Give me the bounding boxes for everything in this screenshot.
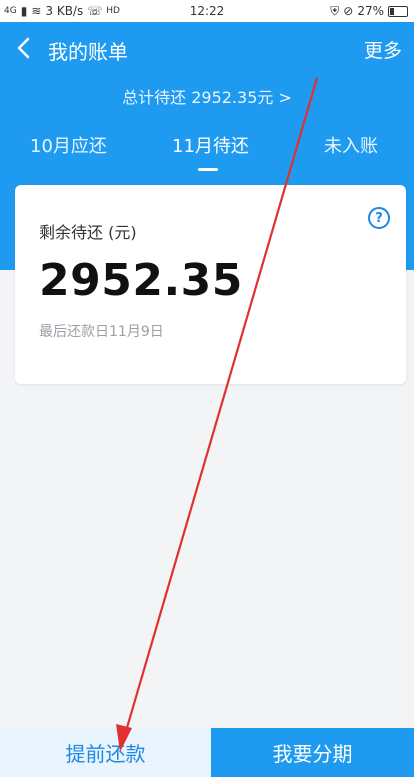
no-disturb-icon: ⊘ bbox=[343, 4, 354, 18]
status-right: ⛨ ⊘ 27% bbox=[330, 0, 408, 22]
installment-button[interactable]: 我要分期 bbox=[211, 728, 414, 777]
shield-icon: ⛨ bbox=[330, 4, 340, 18]
tab-november-pending[interactable]: 11月待还 bbox=[172, 132, 249, 158]
status-bar: 4G ▮ ≋ 3 KB/s ☏ HD 12:22 ⛨ ⊘ 27% bbox=[0, 0, 414, 22]
early-repay-button[interactable]: 提前还款 bbox=[0, 728, 211, 777]
page-title: 我的账单 bbox=[48, 40, 128, 64]
battery-percent: 27% bbox=[357, 4, 384, 18]
remaining-amount: 2952.35 bbox=[39, 255, 243, 306]
back-arrow-icon[interactable] bbox=[10, 34, 38, 62]
last-payment-date: 最后还款日11月9日 bbox=[39, 324, 164, 340]
remaining-balance-card: 剩余待还 (元) 2952.35 最后还款日11月9日 ? bbox=[15, 185, 406, 384]
month-tabs: 10月应还 11月待还 未入账 bbox=[0, 132, 414, 172]
active-tab-indicator bbox=[198, 168, 218, 171]
battery-icon bbox=[388, 5, 408, 17]
help-icon[interactable]: ? bbox=[368, 207, 390, 229]
more-button[interactable]: 更多 bbox=[364, 36, 402, 63]
tab-unposted[interactable]: 未入账 bbox=[324, 132, 378, 158]
footer-strip bbox=[0, 692, 414, 728]
bottom-action-bar: 提前还款 我要分期 bbox=[0, 728, 414, 777]
remaining-label: 剩余待还 (元) bbox=[39, 223, 137, 242]
total-due-link[interactable]: 总计待还 2952.35元 > bbox=[0, 84, 414, 108]
tab-october-due[interactable]: 10月应还 bbox=[30, 132, 107, 158]
